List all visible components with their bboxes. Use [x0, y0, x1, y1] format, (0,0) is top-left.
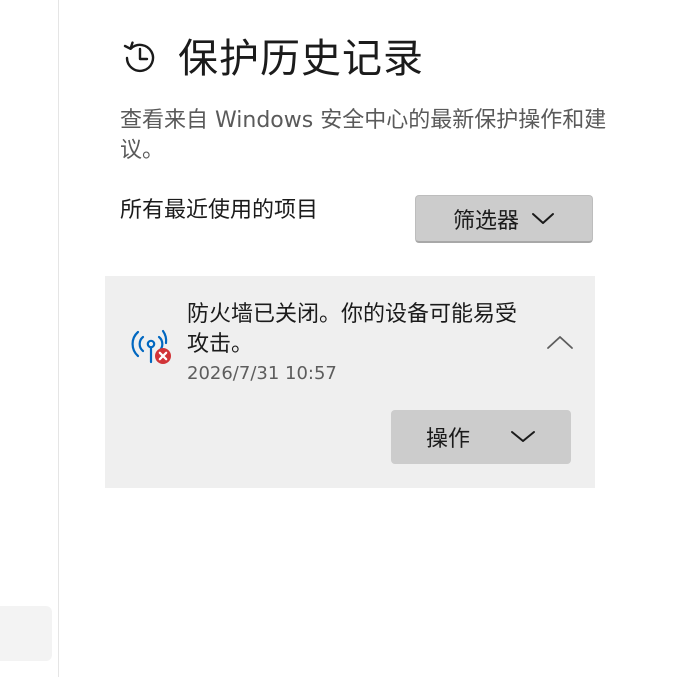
filter-button[interactable]: 筛选器	[415, 195, 593, 243]
card-title: 防火墙已关闭。你的设备可能易受攻击。	[187, 302, 518, 357]
left-navigation-pane	[0, 0, 58, 677]
pane-divider	[58, 0, 59, 677]
protection-history-card[interactable]: 防火墙已关闭。你的设备可能易受攻击。 2026/7/31 10:57 操作	[105, 276, 595, 488]
chevron-down-icon	[511, 431, 535, 442]
card-timestamp: 2026/7/31 10:57	[187, 363, 337, 384]
action-button[interactable]: 操作	[391, 410, 571, 464]
action-button-label: 操作	[425, 427, 470, 452]
section-label: 所有最近使用的项目	[120, 198, 319, 223]
page-title: 保护历史记录	[178, 36, 424, 82]
history-clock-icon	[123, 41, 155, 73]
filter-button-label: 筛选器	[452, 208, 519, 234]
chevron-down-icon	[532, 212, 554, 224]
chevron-up-icon[interactable]	[545, 330, 575, 354]
page-description: 查看来自 Windows 安全中心的最新保护操作和建议。	[120, 108, 607, 163]
firewall-off-icon	[131, 329, 171, 364]
nav-item[interactable]	[0, 606, 52, 661]
